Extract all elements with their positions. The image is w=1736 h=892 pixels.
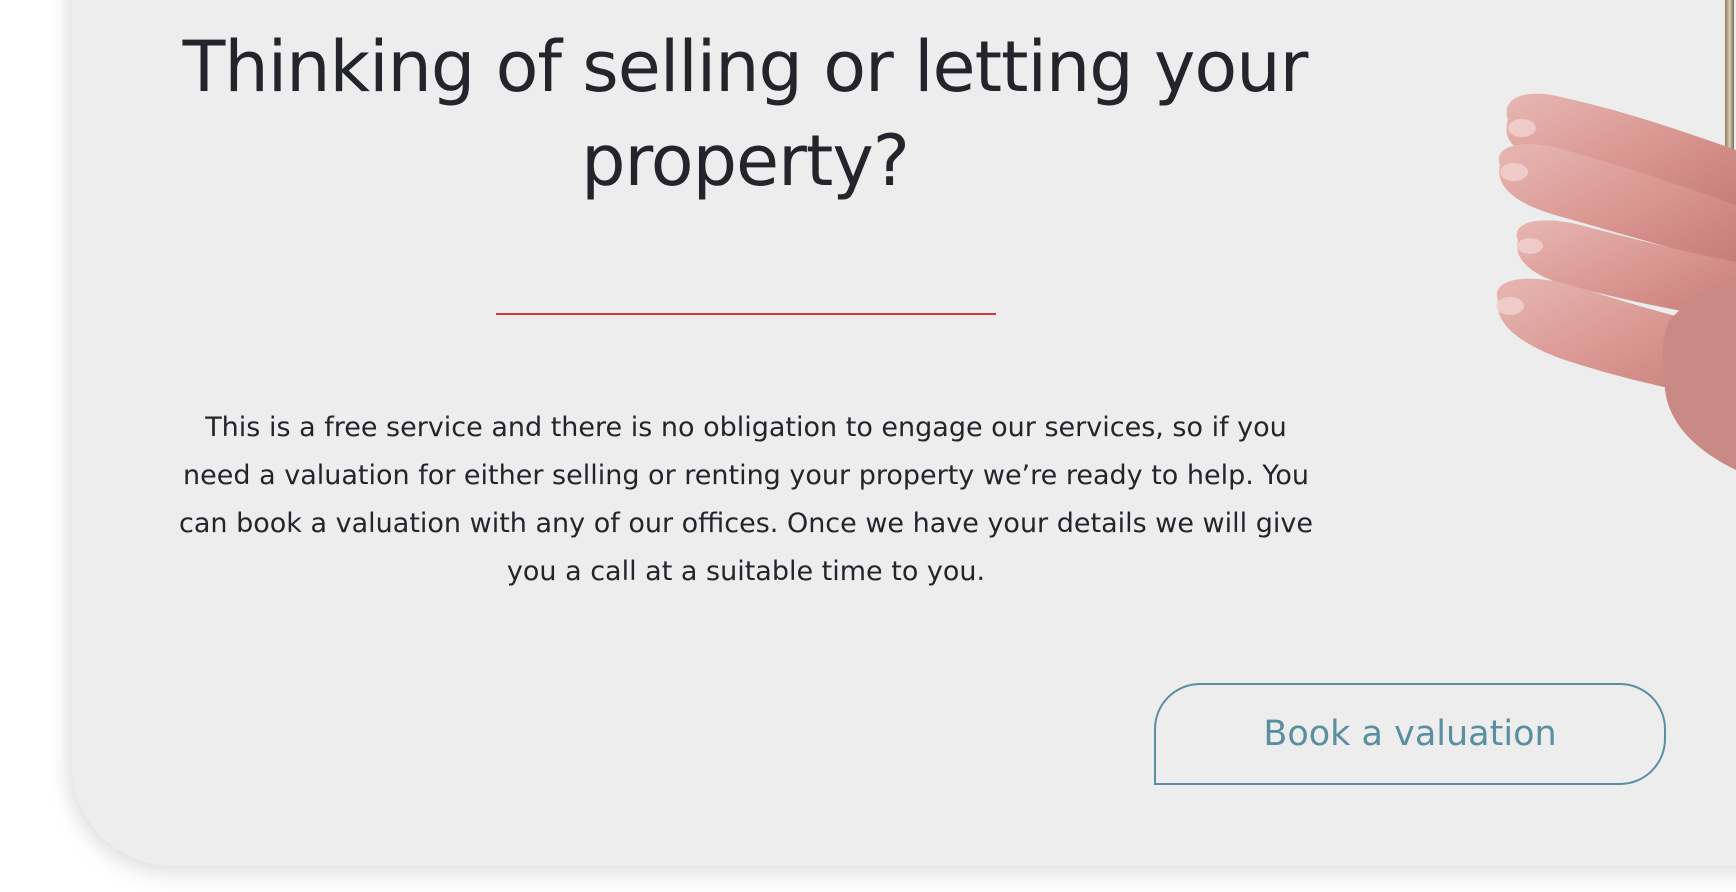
- page: Thinking of selling or letting your prop…: [0, 0, 1736, 892]
- thumb: [1662, 285, 1736, 470]
- hand-holding-keys-image: [1496, 0, 1736, 470]
- heading-divider: [496, 313, 996, 315]
- section-heading: Thinking of selling or letting your prop…: [182, 26, 1309, 202]
- section-description: This is a free service and there is no o…: [179, 412, 1313, 587]
- key-ring: [1725, 0, 1734, 150]
- nail-highlight: [1496, 297, 1524, 315]
- nail-highlight: [1508, 119, 1536, 137]
- book-valuation-button[interactable]: Book a valuation: [1154, 683, 1666, 785]
- nail-highlight: [1500, 163, 1528, 181]
- nail-highlight: [1517, 238, 1543, 254]
